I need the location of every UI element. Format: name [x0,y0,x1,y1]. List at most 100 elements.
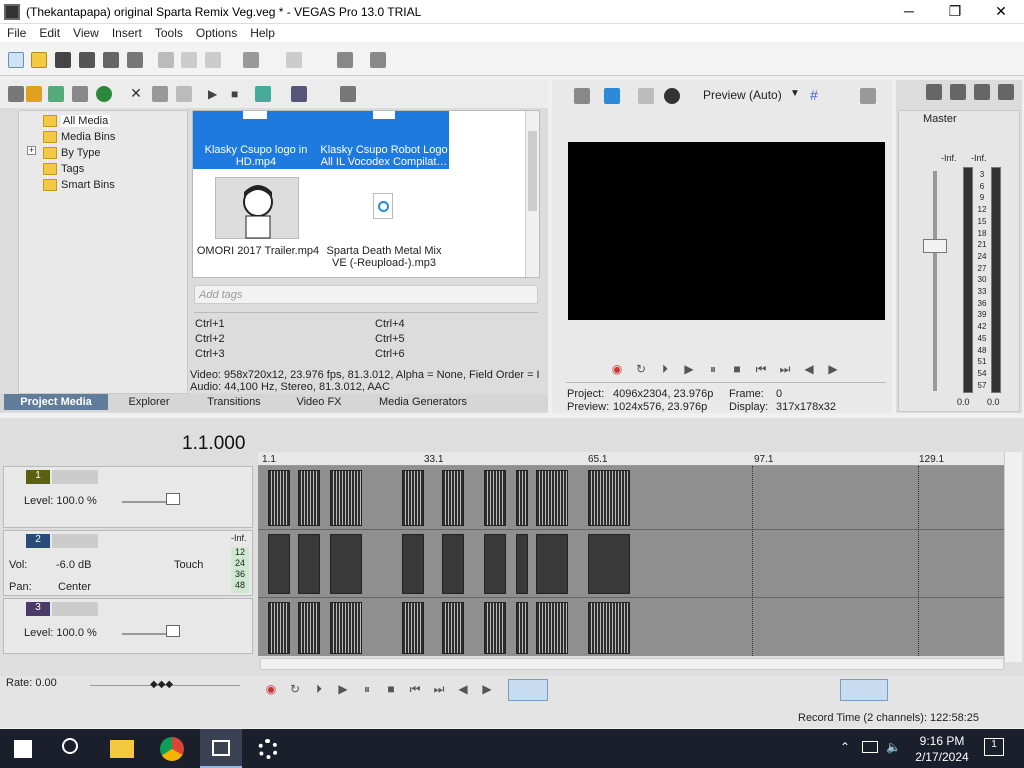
tree-item-smart-bins[interactable]: Smart Bins [43,177,115,192]
next-frame-icon[interactable]: ▶ [826,362,840,376]
next-frame-icon[interactable]: ▶ [480,682,494,696]
timeline-clip[interactable] [588,534,630,594]
tree-item-by-type[interactable]: By Type [43,145,101,160]
track-lanes[interactable] [258,466,1004,656]
close-pane-icon[interactable] [8,86,24,102]
external-monitor-icon[interactable] [604,88,620,104]
web-icon[interactable] [96,86,112,102]
horizontal-scrollbar[interactable] [260,658,1004,670]
audio-file-icon[interactable] [373,193,393,219]
preview-quality-dropdown[interactable]: Preview (Auto) [703,88,782,102]
views-icon[interactable] [291,86,307,102]
start-icon[interactable] [14,740,32,758]
dim-icon[interactable] [998,84,1014,100]
timeline-clip[interactable] [330,470,362,526]
touch-mode[interactable]: Touch [174,559,203,571]
timeline-clip[interactable] [484,602,506,654]
redo-icon[interactable] [286,52,302,68]
tab-media-generators[interactable]: Media Generators [360,394,486,410]
tab-project-media[interactable]: Project Media [4,394,108,410]
render-as-icon[interactable] [103,52,119,68]
timeline-clip[interactable] [402,470,424,526]
mute-icon[interactable] [950,84,966,100]
pause-icon[interactable]: ⏸ [360,682,374,696]
menu-options[interactable]: Options [189,24,243,40]
timeline-clip[interactable] [330,534,362,594]
tab-transitions[interactable]: Transitions [190,394,278,410]
chrome-icon[interactable] [160,737,184,761]
go-to-start-icon[interactable]: ⏮ [754,362,768,376]
close-button[interactable]: ✕ [978,0,1024,24]
volume-muted-icon[interactable]: 🔈 [886,740,901,754]
settings-gear-icon[interactable] [258,739,278,759]
level-slider[interactable] [122,501,172,503]
file-explorer-icon[interactable] [110,740,134,758]
remove-media-icon[interactable]: ✕ [128,86,144,102]
record-icon[interactable]: ◉ [610,362,624,376]
timeline-clip[interactable] [484,470,506,526]
timeline-clip[interactable] [536,602,568,654]
menu-tools[interactable]: Tools [148,24,189,40]
level-slider[interactable] [122,633,172,635]
timeline-clip[interactable] [298,470,320,526]
tree-item-all-media[interactable]: All Media [43,113,111,128]
track-name-field[interactable] [52,534,98,548]
timeline-clip[interactable] [268,602,290,654]
minimize-button[interactable]: ─ [886,0,932,24]
level-slider-handle[interactable] [166,493,180,505]
save-icon[interactable] [55,52,71,68]
media-fx-icon[interactable] [152,86,168,102]
tab-video-fx[interactable]: Video FX [282,394,356,410]
undo-icon[interactable] [243,52,259,68]
search-icon[interactable] [62,738,78,754]
vegas-taskbar-button[interactable] [200,729,242,768]
grid-icon[interactable]: # [810,88,826,104]
import-media-icon[interactable] [26,86,42,102]
overlay-icon[interactable] [664,88,680,104]
timeline-clip[interactable] [298,534,320,594]
timeline-clip[interactable] [588,602,630,654]
go-to-end-icon[interactable]: ⏭ [432,682,446,696]
notifications-icon[interactable]: 1 [984,738,1004,756]
clock[interactable]: 9:16 PM 2/17/2024 [912,733,972,765]
master-fx-icon[interactable] [926,84,942,100]
media-properties-icon[interactable] [176,86,192,102]
cut-icon[interactable] [158,52,174,68]
media-thumb-klasky-robot[interactable] [373,111,395,119]
chevron-down-icon[interactable]: ▼ [790,88,800,99]
vertical-scrollbar[interactable] [1004,452,1022,662]
add-tags-input[interactable]: Add tags [194,285,538,304]
media-caption[interactable]: Klasky Csupo Robot Logo All IL Vocodex C… [319,144,449,168]
search-icon[interactable] [340,86,356,102]
paint-brush-icon[interactable] [337,52,353,68]
timeline-clip[interactable] [536,534,568,594]
split-screen-icon[interactable] [638,88,654,104]
timeline-clip[interactable] [516,534,528,594]
capture-icon[interactable] [48,86,64,102]
normal-edit-tool-icon[interactable] [508,679,548,701]
go-to-end-icon[interactable]: ⏭ [778,362,792,376]
new-project-icon[interactable] [8,52,24,68]
maximize-button[interactable]: ❐ [932,0,978,24]
media-thumb-klasky-hd[interactable] [243,111,267,119]
media-caption[interactable]: Klasky Csupo logo in HD.mp4 [199,144,313,168]
timeline-clip[interactable] [402,602,424,654]
auto-ripple-icon[interactable] [840,679,888,701]
timeline-clip[interactable] [442,602,464,654]
menu-help[interactable]: Help [243,24,281,40]
play-icon[interactable]: ▶ [336,682,350,696]
play-icon[interactable]: ▶ [208,86,224,102]
track-name-field[interactable] [52,470,98,484]
track-header-3[interactable]: 3 Level: 100.0 % [3,598,253,654]
level-slider-handle[interactable] [166,625,180,637]
timeline-clip[interactable] [442,470,464,526]
media-thumb-omori[interactable] [215,177,299,239]
save-as-icon[interactable] [79,52,95,68]
copy-snapshot-icon[interactable] [860,88,876,104]
menu-file[interactable]: File [0,24,32,40]
menu-insert[interactable]: Insert [105,24,148,40]
previous-frame-icon[interactable]: ◀ [456,682,470,696]
chevron-up-icon[interactable]: ⌃ [840,740,850,754]
auto-preview-icon[interactable] [255,86,271,102]
network-icon[interactable] [862,741,878,753]
